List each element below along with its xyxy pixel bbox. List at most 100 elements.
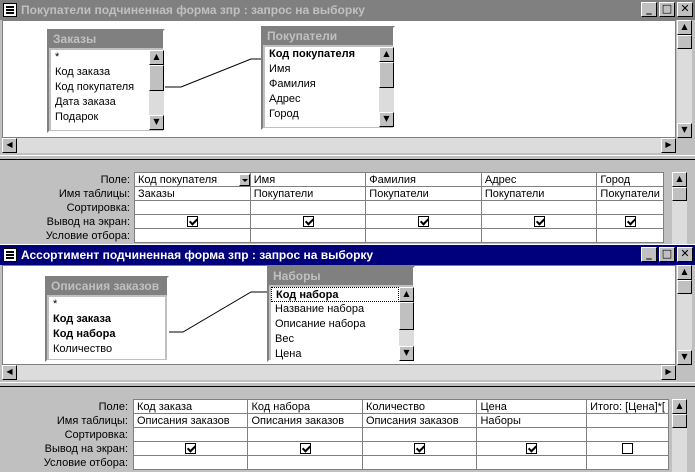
scroll-left-icon[interactable]: ◀ (2, 138, 17, 153)
scroll-right-icon[interactable]: ▶ (661, 138, 676, 153)
grid-cell-field[interactable]: Город (596, 172, 664, 187)
dropdown-arrow-icon[interactable] (238, 173, 250, 186)
maximize-button[interactable]: □ (659, 247, 675, 262)
grid-cell-field[interactable]: Имя (249, 172, 367, 187)
scroll-up-icon[interactable]: ▲ (672, 172, 687, 187)
grid-cell-field[interactable]: Количество (361, 399, 478, 414)
field-item[interactable]: Название набора (271, 302, 399, 317)
window2-titlebar[interactable]: Ассортимент подчиненная форма зпр : запр… (0, 245, 695, 265)
field-item[interactable]: Цена (271, 347, 399, 361)
pane-splitter[interactable] (0, 155, 695, 160)
grid-cell-criteria[interactable] (480, 228, 598, 243)
grid-cell-table[interactable]: Покупатели (480, 186, 598, 201)
scroll-down-icon[interactable]: ▼ (379, 112, 394, 127)
grid-cell-sort[interactable] (480, 200, 598, 215)
grid-cell-field[interactable]: Код покупателя (134, 172, 251, 187)
field-item-key[interactable]: Код набора (49, 327, 165, 342)
field-item[interactable]: Город (265, 107, 379, 122)
grid-cell-field[interactable]: Итого: [Цена]*[ (586, 399, 669, 414)
table-orders[interactable]: Заказы * Код заказа Код покупателя Дата … (47, 29, 165, 133)
field-item[interactable]: Вес (271, 332, 399, 347)
show-checkbox[interactable] (302, 216, 314, 228)
grid-cell-table[interactable] (586, 413, 669, 428)
field-item[interactable]: Подарок (51, 110, 149, 125)
minimize-button[interactable]: _ (641, 247, 657, 262)
grid-cell-criteria[interactable] (361, 455, 478, 470)
grid-cell-sort[interactable] (365, 200, 482, 215)
field-item[interactable]: Дата заказа (51, 95, 149, 110)
scroll-down-icon[interactable]: ▼ (399, 346, 414, 361)
grid-cell-table[interactable]: Описания заказов (361, 413, 478, 428)
close-button[interactable]: ✕ (677, 2, 693, 17)
grid-cell-criteria[interactable] (596, 228, 664, 243)
field-item[interactable]: Имя (265, 62, 379, 77)
grid-cell-table[interactable]: Описания заказов (132, 413, 249, 428)
scroll-up-icon[interactable]: ▲ (399, 287, 414, 302)
field-item[interactable]: Код покупателя (51, 80, 149, 95)
scroll-up-icon[interactable]: ▲ (149, 50, 164, 65)
scroll-thumb[interactable] (379, 62, 394, 88)
show-checkbox[interactable] (299, 443, 311, 455)
grid-cell-sort[interactable] (249, 200, 367, 215)
grid-cell-criteria[interactable] (134, 228, 251, 243)
scroll-thumb[interactable] (677, 35, 692, 49)
grid-cell-table[interactable]: Покупатели (249, 186, 367, 201)
show-checkbox[interactable] (533, 216, 545, 228)
scroll-thumb[interactable] (149, 65, 164, 91)
field-item[interactable]: * (49, 297, 165, 312)
grid-cell-field[interactable]: Адрес (480, 172, 598, 187)
grid-cell-criteria[interactable] (249, 228, 367, 243)
field-item[interactable]: Количество (49, 342, 165, 357)
pane-hscroll[interactable]: ◀ ▶ (2, 365, 676, 380)
grid-cell-criteria[interactable] (365, 228, 482, 243)
scroll-up-icon[interactable]: ▲ (672, 399, 687, 414)
grid-vscroll[interactable]: ▲ (672, 172, 687, 245)
grid-cell-criteria[interactable] (247, 455, 363, 470)
show-checkbox[interactable] (622, 443, 634, 455)
table-sets[interactable]: Наборы Код набора Название набора Описан… (267, 266, 415, 362)
grid-cell-field[interactable]: Фамилия (365, 172, 482, 187)
grid-cell-field[interactable]: Код набора (247, 399, 363, 414)
pane-vscroll[interactable]: ▲ ▼ (677, 265, 692, 365)
grid-cell-table[interactable]: Заказы (134, 186, 251, 201)
grid-vscroll[interactable]: ▲ (672, 399, 687, 472)
grid-cell-criteria[interactable] (132, 455, 249, 470)
table-customers[interactable]: Покупатели Код покупателя Имя Фамилия Ад… (261, 26, 395, 130)
scroll-down-icon[interactable]: ▼ (149, 115, 164, 130)
pane-hscroll[interactable]: ◀ ▶ (2, 138, 676, 153)
grid-cell-field[interactable]: Цена (476, 399, 588, 414)
grid-cell-table[interactable]: Покупатели (596, 186, 664, 201)
scroll-up-icon[interactable]: ▲ (379, 47, 394, 62)
grid-cell-table[interactable]: Наборы (476, 413, 588, 428)
pane-vscroll[interactable]: ▲ ▼ (677, 20, 692, 138)
show-checkbox[interactable] (624, 216, 636, 228)
field-item-key[interactable]: Код заказа (49, 312, 165, 327)
grid-cell-table[interactable]: Покупатели (365, 186, 482, 201)
grid-cell-criteria[interactable] (476, 455, 588, 470)
grid-cell-sort[interactable] (247, 427, 363, 442)
show-checkbox[interactable] (185, 443, 197, 455)
field-item[interactable]: Адрес (265, 92, 379, 107)
window1-titlebar[interactable]: Покупатели подчиненная форма зпр : запро… (0, 0, 695, 20)
scroll-thumb[interactable] (672, 414, 687, 428)
grid-cell-sort[interactable] (586, 427, 669, 442)
scroll-thumb[interactable] (677, 280, 692, 294)
grid-cell-field[interactable]: Код заказа (132, 399, 249, 414)
show-checkbox[interactable] (526, 443, 538, 455)
show-checkbox[interactable] (414, 443, 426, 455)
scroll-thumb[interactable] (399, 302, 414, 330)
close-button[interactable]: ✕ (677, 247, 693, 262)
table-order-descriptions[interactable]: Описания заказов * Код заказа Код набора… (45, 276, 169, 362)
scroll-up-icon[interactable]: ▲ (677, 20, 692, 35)
scroll-down-icon[interactable]: ▼ (677, 350, 692, 365)
grid-cell-sort[interactable] (132, 427, 249, 442)
minimize-button[interactable]: _ (641, 2, 657, 17)
field-item[interactable]: Код заказа (51, 65, 149, 80)
table-customers-scrollbar[interactable]: ▲ ▼ (379, 47, 394, 127)
scroll-down-icon[interactable]: ▼ (677, 123, 692, 138)
field-item[interactable]: * (51, 50, 149, 65)
grid-cell-sort[interactable] (476, 427, 588, 442)
grid-cell-sort[interactable] (134, 200, 251, 215)
grid-cell-criteria[interactable] (586, 455, 669, 470)
grid-cell-table[interactable]: Описания заказов (247, 413, 363, 428)
